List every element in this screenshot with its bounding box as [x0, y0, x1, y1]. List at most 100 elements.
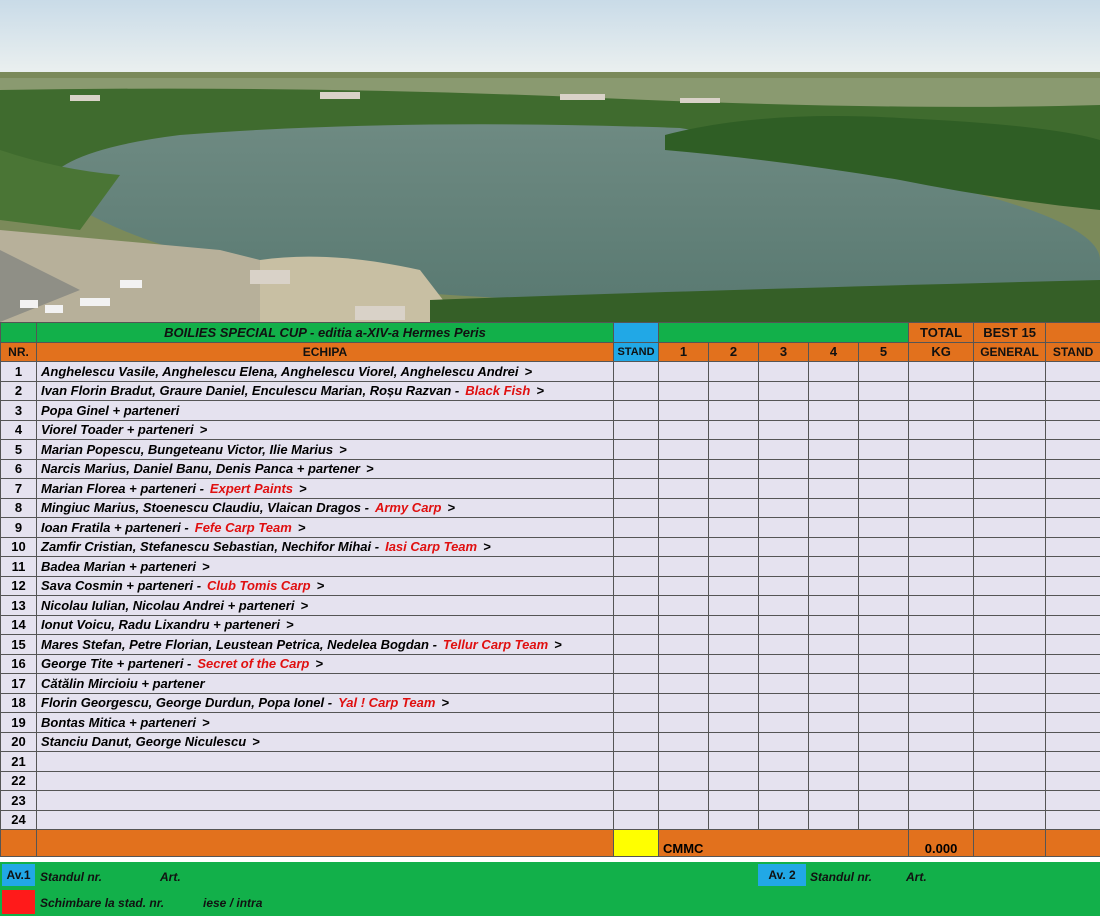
best-15-cell[interactable] [973, 790, 1047, 811]
final-stand-cell[interactable] [1045, 517, 1100, 538]
round-2-cell[interactable] [708, 614, 759, 635]
best-15-cell[interactable] [973, 419, 1047, 440]
round-1-cell[interactable] [658, 673, 709, 694]
stand-cell[interactable] [613, 770, 659, 791]
round-5-cell[interactable] [857, 380, 910, 401]
round-5-cell[interactable] [857, 595, 910, 616]
total-kg-cell[interactable] [908, 439, 975, 460]
round-3-cell[interactable] [758, 400, 809, 421]
round-5-cell[interactable] [857, 361, 910, 382]
round-3-cell[interactable] [758, 712, 809, 733]
round-3-cell[interactable] [758, 634, 809, 655]
final-stand-cell[interactable] [1045, 458, 1100, 479]
round-1-cell[interactable] [658, 575, 709, 596]
round-2-cell[interactable] [708, 400, 759, 421]
stand-cell[interactable] [613, 458, 659, 479]
stand-cell[interactable] [613, 478, 659, 499]
team-cell[interactable]: Anghelescu Vasile, Anghelescu Elena, Ang… [36, 361, 614, 382]
round-1-cell[interactable] [658, 731, 709, 752]
round-2-cell[interactable] [708, 809, 759, 830]
round-3-cell[interactable] [758, 673, 809, 694]
team-cell[interactable]: Marian Florea + parteneri - Expert Paints… [36, 478, 614, 499]
stand-cell[interactable] [613, 595, 659, 616]
stand-cell[interactable] [613, 556, 659, 577]
team-cell[interactable]: Sava Cosmin + parteneri - Club Tomis Carp… [36, 575, 614, 596]
round-1-cell[interactable] [658, 751, 709, 772]
round-1-cell[interactable] [658, 809, 709, 830]
best-15-cell[interactable] [973, 361, 1047, 382]
round-5-cell[interactable] [857, 790, 910, 811]
round-2-cell[interactable] [708, 712, 759, 733]
best-15-cell[interactable] [973, 458, 1047, 479]
round-3-cell[interactable] [758, 536, 809, 557]
round-3-cell[interactable] [758, 361, 809, 382]
round-2-cell[interactable] [708, 419, 759, 440]
final-stand-cell[interactable] [1045, 790, 1100, 811]
total-kg-cell[interactable] [908, 419, 975, 440]
team-cell[interactable]: Mares Stefan, Petre Florian, Leustean Pe… [36, 634, 614, 655]
team-cell[interactable]: Cătălin Mircioiu + partener [36, 673, 614, 694]
round-5-cell[interactable] [857, 712, 910, 733]
round-5-cell[interactable] [857, 458, 910, 479]
round-1-cell[interactable] [658, 517, 709, 538]
final-stand-cell[interactable] [1045, 595, 1100, 616]
best-15-cell[interactable] [973, 400, 1047, 421]
stand-cell[interactable] [613, 712, 659, 733]
round-1-cell[interactable] [658, 712, 709, 733]
round-5-cell[interactable] [857, 497, 910, 518]
round-5-cell[interactable] [857, 536, 910, 557]
stand-cell[interactable] [613, 380, 659, 401]
round-5-cell[interactable] [857, 634, 910, 655]
team-cell[interactable]: Stanciu Danut, George Niculescu > [36, 731, 614, 752]
total-kg-cell[interactable] [908, 517, 975, 538]
team-cell[interactable] [36, 751, 614, 772]
team-cell[interactable]: Ivan Florin Bradut, Graure Daniel, Encul… [36, 380, 614, 401]
round-1-cell[interactable] [658, 458, 709, 479]
round-5-cell[interactable] [857, 809, 910, 830]
round-1-cell[interactable] [658, 790, 709, 811]
round-4-cell[interactable] [808, 497, 859, 518]
final-stand-cell[interactable] [1045, 809, 1100, 830]
round-5-cell[interactable] [857, 731, 910, 752]
total-kg-cell[interactable] [908, 361, 975, 382]
total-kg-cell[interactable] [908, 595, 975, 616]
round-4-cell[interactable] [808, 809, 859, 830]
stand-cell[interactable] [613, 419, 659, 440]
round-2-cell[interactable] [708, 673, 759, 694]
round-1-cell[interactable] [658, 653, 709, 674]
final-stand-cell[interactable] [1045, 770, 1100, 791]
round-5-cell[interactable] [857, 673, 910, 694]
round-1-cell[interactable] [658, 614, 709, 635]
stand-cell[interactable] [613, 809, 659, 830]
total-kg-cell[interactable] [908, 575, 975, 596]
team-cell[interactable]: Mingiuc Marius, Stoenescu Claudiu, Vlaic… [36, 497, 614, 518]
total-kg-cell[interactable] [908, 731, 975, 752]
round-2-cell[interactable] [708, 458, 759, 479]
round-2-cell[interactable] [708, 478, 759, 499]
round-2-cell[interactable] [708, 556, 759, 577]
final-stand-cell[interactable] [1045, 400, 1100, 421]
round-4-cell[interactable] [808, 751, 859, 772]
best-15-cell[interactable] [973, 653, 1047, 674]
round-4-cell[interactable] [808, 458, 859, 479]
round-2-cell[interactable] [708, 692, 759, 713]
total-kg-cell[interactable] [908, 712, 975, 733]
round-2-cell[interactable] [708, 634, 759, 655]
round-1-cell[interactable] [658, 556, 709, 577]
best-15-cell[interactable] [973, 673, 1047, 694]
stand-cell[interactable] [613, 653, 659, 674]
final-stand-cell[interactable] [1045, 731, 1100, 752]
round-2-cell[interactable] [708, 653, 759, 674]
round-5-cell[interactable] [857, 419, 910, 440]
round-4-cell[interactable] [808, 634, 859, 655]
final-stand-cell[interactable] [1045, 673, 1100, 694]
round-3-cell[interactable] [758, 614, 809, 635]
best-15-cell[interactable] [973, 751, 1047, 772]
round-3-cell[interactable] [758, 809, 809, 830]
stand-cell[interactable] [613, 575, 659, 596]
round-5-cell[interactable] [857, 478, 910, 499]
total-kg-cell[interactable] [908, 809, 975, 830]
round-5-cell[interactable] [857, 770, 910, 791]
total-kg-cell[interactable] [908, 458, 975, 479]
team-cell[interactable]: Nicolau Iulian, Nicolau Andrei + partene… [36, 595, 614, 616]
